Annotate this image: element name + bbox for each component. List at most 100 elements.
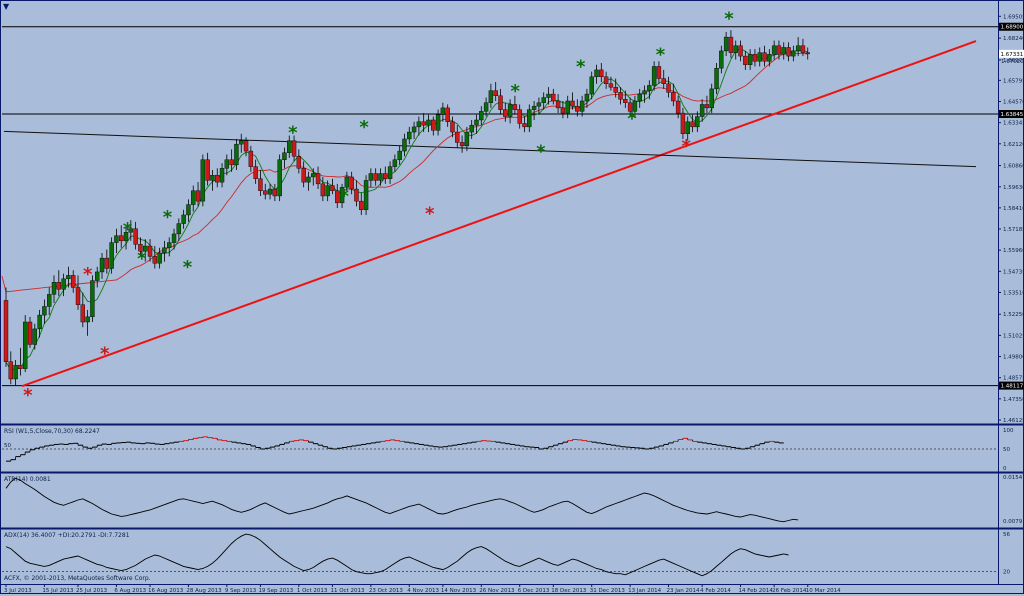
- candle-bull: [464, 131, 470, 147]
- candle-bull: [723, 36, 729, 52]
- price-tick-label: 1.69505: [1003, 14, 1024, 20]
- time-tick-label: 19 Sep 2013: [258, 588, 293, 594]
- price-tick-label: 1.52250: [1003, 312, 1024, 318]
- time-tick-label: 6 Aug 2013: [114, 588, 146, 594]
- candle-bear: [776, 45, 782, 55]
- indicator-axis-label: 20: [1003, 570, 1010, 576]
- candle-bear: [503, 109, 508, 117]
- candle-bull: [719, 50, 724, 69]
- candle-bear: [603, 76, 609, 84]
- signal-star-marker: *: [163, 207, 173, 228]
- time-tick-label: 6 Dec 2013: [518, 588, 550, 594]
- candle-bear: [704, 104, 710, 109]
- candle-bear: [493, 90, 498, 97]
- candle-bear: [671, 92, 676, 102]
- candle-bull: [699, 104, 705, 117]
- price-tick-label: 1.58410: [1003, 206, 1024, 212]
- candle-bear: [805, 52, 810, 55]
- candle-bull: [61, 278, 66, 290]
- signal-star-marker: *: [137, 248, 147, 269]
- candle-bear: [786, 47, 791, 57]
- candle-bull: [541, 97, 546, 103]
- candle-bull: [397, 150, 402, 160]
- candle-bear: [301, 168, 306, 183]
- candle-bear: [3, 300, 9, 362]
- indicator-axis-label: 0.0079: [1003, 519, 1023, 525]
- candle-bear: [421, 121, 426, 126]
- signal-star-marker: *: [627, 109, 637, 130]
- candle-bull: [363, 180, 369, 210]
- candle-bull: [267, 188, 273, 195]
- candle-bull: [114, 235, 119, 243]
- candle-bull: [781, 47, 786, 55]
- price-tick-label: 1.63345: [1003, 121, 1024, 127]
- candle-bull: [685, 121, 690, 134]
- candle-bull: [416, 121, 422, 128]
- candle-bear: [762, 52, 767, 62]
- candle-bull: [162, 247, 167, 254]
- window-menu-glyph[interactable]: ▼: [3, 2, 10, 11]
- candle-bull: [488, 90, 494, 103]
- price-tick-label: 1.53510: [1003, 290, 1024, 296]
- candle-bear: [623, 99, 628, 103]
- price-tick-label: 1.49800: [1003, 355, 1024, 361]
- signal-star-marker: *: [681, 136, 691, 157]
- candle-bear: [27, 321, 33, 345]
- signal-star-marker: *: [23, 385, 33, 406]
- candle-bull: [642, 90, 647, 95]
- adx-label: ADX(14) 36.4007 +DI:20.2791 -DI:7.7281: [4, 532, 130, 539]
- candle-bull: [277, 159, 282, 197]
- candle-bull: [402, 138, 407, 152]
- candle-bull: [99, 257, 105, 273]
- signal-star-marker: *: [359, 117, 369, 138]
- signal-star-marker: *: [536, 141, 546, 162]
- candle-bear: [800, 45, 806, 53]
- candle-bear: [195, 190, 201, 202]
- candle-bull: [791, 50, 796, 57]
- candle-bull: [282, 152, 287, 160]
- price-tick-label: 1.48575: [1003, 376, 1024, 382]
- candle-bear: [383, 173, 388, 179]
- candle-bull: [709, 88, 714, 109]
- level-label: 1.48117: [1001, 384, 1024, 390]
- candle-bear: [229, 159, 234, 166]
- candle-bear: [661, 78, 666, 84]
- price-tick-label: 1.66975: [1003, 58, 1024, 64]
- time-tick-label: 10 Mar 2014: [806, 588, 841, 594]
- candle-bull: [109, 242, 114, 269]
- candle-bull: [435, 114, 441, 131]
- candle-bear: [71, 275, 76, 288]
- candle-bear: [80, 304, 86, 323]
- candle-bear: [551, 93, 556, 102]
- candle-bull: [13, 364, 18, 380]
- candle-bull: [469, 124, 474, 133]
- candle-bull: [651, 66, 657, 86]
- time-tick-label: 23 Oct 2013: [369, 588, 404, 594]
- candle-bull: [95, 271, 100, 281]
- time-tick-label: 18 Dec 2013: [551, 588, 587, 594]
- candle-bear: [258, 178, 263, 191]
- candle-bull: [191, 190, 196, 205]
- candle-bear: [8, 361, 14, 380]
- candle-bull: [536, 102, 542, 107]
- time-tick-label: 1 Oct 2013: [297, 588, 328, 594]
- candle-bear: [555, 100, 561, 109]
- candle-bear: [613, 86, 618, 93]
- candle-bear: [666, 83, 671, 93]
- candle-bull: [647, 85, 652, 91]
- candle-bull: [407, 131, 412, 140]
- candle-bull: [51, 282, 57, 295]
- price-tick-label: 1.60860: [1003, 164, 1024, 170]
- candle-bull: [527, 109, 532, 128]
- time-tick-label: 15 Jul 2013: [42, 588, 74, 594]
- candle-bear: [253, 166, 258, 179]
- candle-bull: [234, 143, 239, 166]
- candle-bear: [570, 100, 575, 107]
- candle-bear: [455, 131, 460, 143]
- candle-bull: [546, 93, 551, 98]
- candle-bull: [311, 173, 316, 178]
- candle-bear: [608, 83, 614, 88]
- candle-bull: [584, 93, 590, 102]
- candle-bear: [618, 92, 623, 100]
- level-label: 1.68900: [1001, 25, 1024, 31]
